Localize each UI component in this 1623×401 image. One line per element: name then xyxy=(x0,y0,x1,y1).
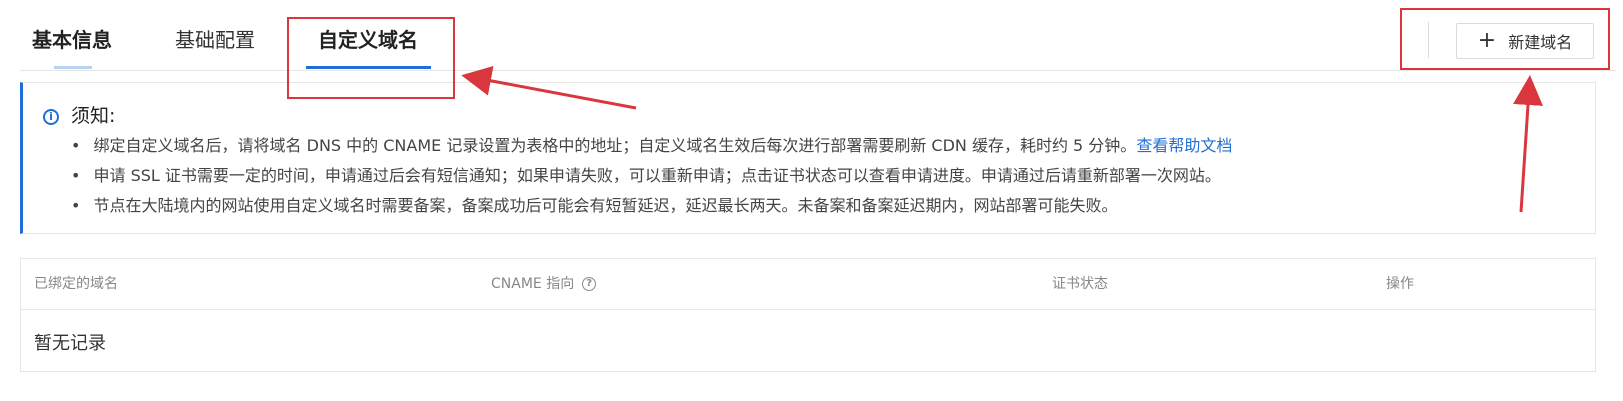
tab-bar: 基本信息 基础配置 自定义域名 xyxy=(20,0,1616,71)
question-icon[interactable]: ? xyxy=(582,277,597,291)
column-header-domain: 已绑定的域名 xyxy=(34,276,118,292)
column-header-cname-label: CNAME 指向 xyxy=(491,276,575,292)
notice-title: 须知: xyxy=(71,105,116,127)
notice-item: 申请 SSL 证书需要一定的时间，申请通过后会有短信通知；如果申请失败，可以重新… xyxy=(71,161,1232,191)
notice-item: 节点在大陆境内的网站使用自定义域名时需要备案，备案成功后可能会有短暂延迟，延迟最… xyxy=(71,191,1232,221)
domain-table: 已绑定的域名 CNAME 指向 ? 证书状态 操作 暂无记录 xyxy=(20,258,1596,372)
notice-item-text: 绑定自定义域名后，请将域名 DNS 中的 CNAME 记录设置为表格中的地址；自… xyxy=(93,136,1137,155)
tab-basic-info[interactable]: 基本信息 xyxy=(32,26,112,54)
empty-state-text: 暂无记录 xyxy=(34,333,106,354)
notice-item-text: 申请 SSL 证书需要一定的时间，申请通过后会有短信通知；如果申请失败，可以重新… xyxy=(93,166,1221,185)
notice-panel: i 须知: 绑定自定义域名后，请将域名 DNS 中的 CNAME 记录设置为表格… xyxy=(20,82,1596,234)
table-header: 已绑定的域名 CNAME 指向 ? 证书状态 操作 xyxy=(21,259,1595,310)
notice-list: 绑定自定义域名后，请将域名 DNS 中的 CNAME 记录设置为表格中的地址；自… xyxy=(71,131,1233,221)
column-header-cert-status: 证书状态 xyxy=(1052,276,1108,292)
column-header-actions: 操作 xyxy=(1386,276,1414,292)
annotation-box-tab xyxy=(287,17,455,99)
column-header-cname: CNAME 指向 ? xyxy=(491,275,597,293)
tab-indicator-hover xyxy=(54,66,92,69)
annotation-box-button xyxy=(1400,8,1610,70)
notice-item: 绑定自定义域名后，请将域名 DNS 中的 CNAME 记录设置为表格中的地址；自… xyxy=(71,131,1233,161)
notice-item-text: 节点在大陆境内的网站使用自定义域名时需要备案，备案成功后可能会有短暂延迟，延迟最… xyxy=(93,196,1118,215)
tab-basic-config[interactable]: 基础配置 xyxy=(175,26,255,54)
info-icon: i xyxy=(43,109,59,125)
help-doc-link[interactable]: 查看帮助文档 xyxy=(1136,136,1232,155)
